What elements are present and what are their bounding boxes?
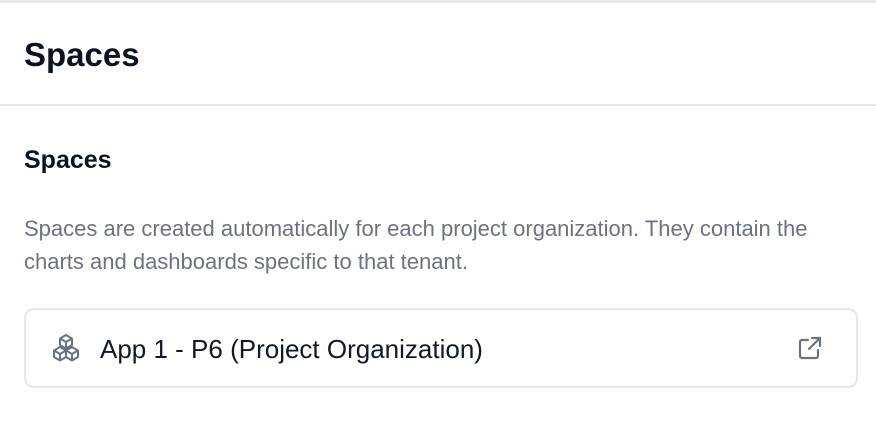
section-description: Spaces are created automatically for eac…	[24, 216, 808, 274]
section-title: Spaces	[24, 146, 112, 174]
page-header: Spaces	[0, 3, 876, 106]
page-title: Spaces	[24, 36, 140, 73]
external-link-icon[interactable]	[796, 334, 824, 362]
cubes-icon	[50, 332, 82, 364]
space-label: App 1 - P6 (Project Organization)	[100, 334, 483, 364]
space-card-app-1-p6[interactable]: App 1 - P6 (Project Organization)	[24, 308, 858, 388]
